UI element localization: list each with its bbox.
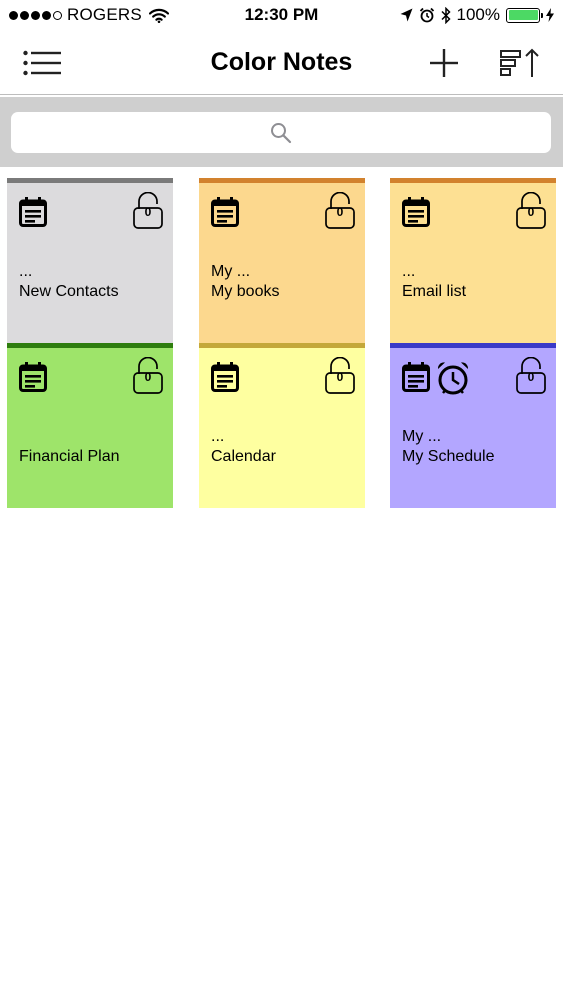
note-title: Email list [402,283,467,300]
note-title: My Schedule [402,448,495,465]
page-title: Color Notes [210,48,353,76]
note-color-bar [390,343,556,348]
note-color-bar [7,343,173,348]
signal-dot [31,10,40,20]
search-bar [0,97,563,167]
note-preview: ... [211,428,225,445]
sort-icon [500,48,539,77]
search-icon [271,122,292,143]
charging-bolt-icon [546,8,554,22]
note-card[interactable]: 0 Financial Plan [7,343,173,508]
carrier-name: ROGERS [67,5,142,24]
battery-percentage: 100% [456,5,500,24]
lock-count: 0 [144,370,152,384]
signal-dot [9,10,18,20]
add-note-button[interactable] [424,44,464,82]
lock-count: 0 [144,205,152,219]
battery-level [508,10,538,20]
lock-badge[interactable]: 0 [133,356,163,399]
calendar-icon [211,197,239,227]
lock-badge[interactable]: 0 [516,191,546,234]
calendar-icon [19,362,47,392]
search-input[interactable] [11,112,551,153]
calendar-icon [211,362,239,392]
note-card[interactable]: 0 ... Calendar [199,343,365,508]
signal-strength-icon [9,10,62,20]
alarm-clock-icon [419,7,434,23]
status-bar: ROGERS 12:30 PM 100% [0,0,563,32]
note-card[interactable]: 0 ... New Contacts [7,178,173,343]
note-preview: My ... [211,263,251,280]
sort-button[interactable] [500,44,540,82]
lock-badge[interactable]: 0 [325,191,355,234]
signal-dot [53,10,62,20]
note-title: New Contacts [19,283,119,300]
note-title: Calendar [211,448,276,465]
alarm-icon [437,362,469,395]
status-left: ROGERS [9,5,169,25]
note-card[interactable]: 0 ... Email list [390,178,556,343]
battery-tip [541,12,543,18]
note-color-bar [199,178,365,183]
signal-dot [42,10,51,20]
note-color-bar [390,178,556,183]
note-title: My books [211,283,280,300]
calendar-icon [402,197,430,227]
note-card[interactable]: 0 My ... My books [199,178,365,343]
note-color-bar [7,178,173,183]
battery-icon [506,7,543,23]
bluetooth-icon [440,6,451,24]
note-title: Financial Plan [19,448,120,465]
signal-dot [20,10,29,20]
wifi-icon [148,8,169,23]
lock-count: 0 [527,205,535,219]
note-preview: My ... [402,428,442,445]
note-preview: ... [19,263,33,280]
lock-badge[interactable]: 0 [325,356,355,399]
plus-icon [430,49,458,77]
lock-badge[interactable]: 0 [516,356,546,399]
calendar-icon [402,362,430,392]
note-card[interactable]: 0 My ... My Schedule [390,343,556,508]
calendar-icon [19,197,47,227]
navigation-bar: Color Notes [0,32,563,95]
status-right: 100% [400,5,554,25]
note-preview: ... [402,263,416,280]
note-color-bar [199,343,365,348]
lock-badge[interactable]: 0 [133,191,163,234]
lock-count: 0 [527,370,535,384]
lock-count: 0 [336,370,344,384]
lock-count: 0 [336,205,344,219]
location-arrow-icon [400,8,413,22]
